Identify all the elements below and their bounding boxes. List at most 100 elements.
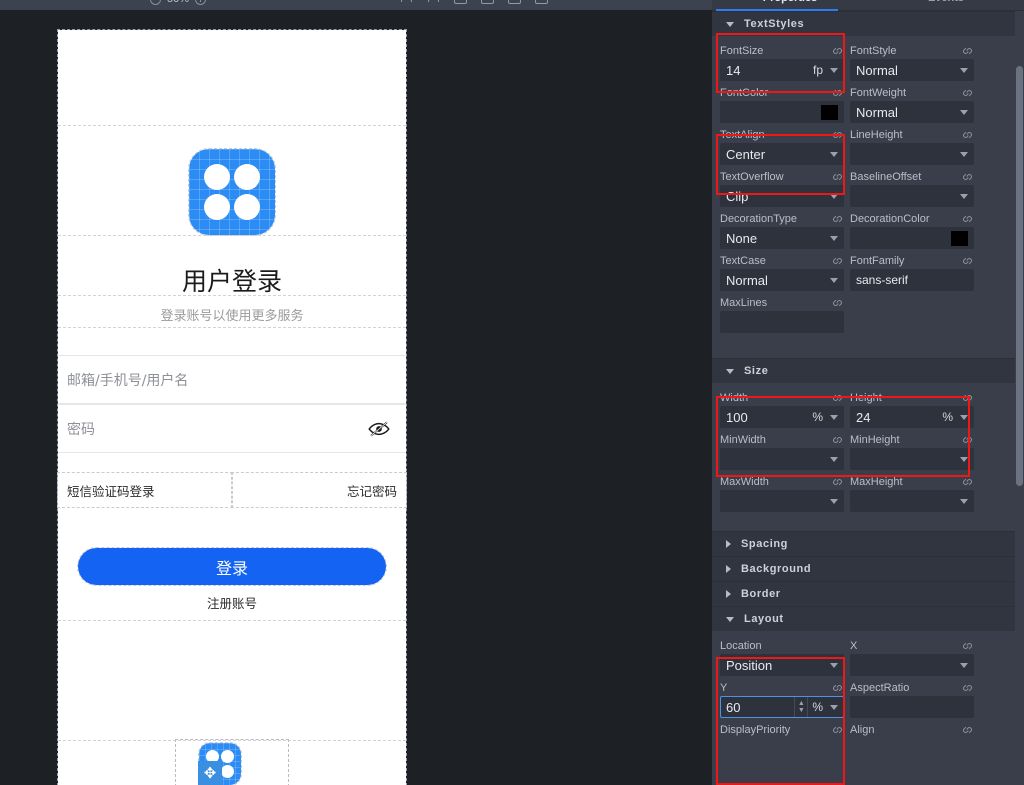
link-icon[interactable]: [961, 683, 974, 693]
y-input[interactable]: 60 ▲ ▼ %: [720, 696, 844, 718]
undo-icon[interactable]: [400, 0, 413, 4]
forgot-password-link[interactable]: 忘记密码: [231, 472, 407, 508]
textalign-select[interactable]: Center: [720, 143, 844, 165]
link-icon[interactable]: [961, 477, 974, 487]
chevron-down-icon[interactable]: [830, 704, 838, 710]
chevron-down-icon[interactable]: [830, 277, 838, 283]
tab-events[interactable]: Events: [868, 0, 1024, 10]
maxheight-select[interactable]: [850, 490, 974, 512]
link-icon[interactable]: [961, 725, 974, 735]
link-icon[interactable]: [961, 641, 974, 651]
move-handle-icon[interactable]: ✥: [198, 761, 222, 785]
panel-scroll-body[interactable]: TextStyles FontSize 14 fp FontStyle Norm…: [712, 11, 1024, 785]
x-select[interactable]: [850, 654, 974, 676]
link-icon[interactable]: [961, 435, 974, 445]
chevron-down-icon[interactable]: [830, 67, 838, 73]
fontstyle-select[interactable]: Normal: [850, 59, 974, 81]
chevron-down-icon[interactable]: [960, 109, 968, 115]
chevron-down-icon[interactable]: [960, 456, 968, 462]
copy-icon[interactable]: [454, 0, 467, 4]
redo-icon[interactable]: [427, 0, 440, 4]
selected-component[interactable]: 测试: [175, 739, 289, 785]
fontweight-select[interactable]: Normal: [850, 101, 974, 123]
link-icon[interactable]: [961, 130, 974, 140]
chevron-down-icon[interactable]: [960, 67, 968, 73]
chevron-down-icon[interactable]: [830, 456, 838, 462]
link-icon[interactable]: [961, 88, 974, 98]
design-canvas[interactable]: 用户登录 登录账号以使用更多服务 邮箱/手机号/用户名 密码 短信验证码登录 忘…: [0, 10, 712, 785]
decorationcolor-input[interactable]: [850, 227, 974, 249]
link-icon[interactable]: [831, 683, 844, 693]
maxlines-input[interactable]: [720, 311, 844, 333]
link-icon[interactable]: [831, 725, 844, 735]
minwidth-select[interactable]: [720, 448, 844, 470]
page-subtitle[interactable]: 登录账号以使用更多服务: [58, 305, 406, 324]
panel-scrollbar-track[interactable]: [1015, 11, 1024, 785]
chevron-down-icon[interactable]: [830, 193, 838, 199]
chevron-down-icon[interactable]: [830, 414, 838, 420]
section-background[interactable]: Background: [712, 556, 1024, 581]
location-select[interactable]: Position: [720, 654, 844, 676]
zoom-control[interactable]: 50%: [150, 0, 207, 5]
height-input[interactable]: 24 %: [850, 406, 974, 428]
eye-off-icon[interactable]: [368, 421, 390, 437]
section-border[interactable]: Border: [712, 581, 1024, 606]
chevron-down-icon[interactable]: [830, 235, 838, 241]
page-title[interactable]: 用户登录: [58, 262, 406, 298]
section-textstyles[interactable]: TextStyles: [712, 11, 1024, 36]
section-spacing[interactable]: Spacing: [712, 531, 1024, 556]
phone-preview-frame[interactable]: 用户登录 登录账号以使用更多服务 邮箱/手机号/用户名 密码 短信验证码登录 忘…: [57, 29, 407, 785]
link-icon[interactable]: [961, 46, 974, 56]
link-icon[interactable]: [831, 435, 844, 445]
section-layout[interactable]: Layout: [712, 606, 1024, 631]
decorationtype-select[interactable]: None: [720, 227, 844, 249]
textoverflow-select[interactable]: Clip: [720, 185, 844, 207]
link-icon[interactable]: [831, 477, 844, 487]
chevron-down-icon[interactable]: [830, 498, 838, 504]
fontcolor-swatch[interactable]: [821, 104, 838, 120]
width-input[interactable]: 100 %: [720, 406, 844, 428]
device-icon[interactable]: [535, 0, 548, 4]
chevron-down-icon[interactable]: [960, 193, 968, 199]
fontsize-input[interactable]: 14 fp: [720, 59, 844, 81]
section-size[interactable]: Size: [712, 358, 1024, 383]
link-icon[interactable]: [831, 130, 844, 140]
zoom-out-icon[interactable]: [150, 0, 161, 5]
link-icon[interactable]: [831, 88, 844, 98]
password-input[interactable]: 密码: [58, 404, 406, 453]
link-icon[interactable]: [831, 298, 844, 308]
link-icon[interactable]: [831, 172, 844, 182]
preview-icon[interactable]: [508, 0, 521, 4]
link-icon[interactable]: [831, 256, 844, 266]
sms-login-link[interactable]: 短信验证码登录: [57, 472, 233, 508]
zoom-in-icon[interactable]: [195, 0, 207, 5]
textcase-select[interactable]: Normal: [720, 269, 844, 291]
app-logo[interactable]: [188, 148, 276, 236]
lineheight-select[interactable]: [850, 143, 974, 165]
link-icon[interactable]: [961, 214, 974, 224]
panel-scrollbar-thumb[interactable]: [1016, 66, 1023, 486]
link-icon[interactable]: [831, 46, 844, 56]
link-icon[interactable]: [961, 256, 974, 266]
chevron-down-icon[interactable]: [830, 662, 838, 668]
decorationcolor-swatch[interactable]: [951, 230, 968, 246]
chevron-down-icon[interactable]: [960, 414, 968, 420]
chevron-down-icon[interactable]: [960, 662, 968, 668]
link-icon[interactable]: [831, 393, 844, 403]
link-icon[interactable]: [961, 393, 974, 403]
y-stepper[interactable]: ▲ ▼: [794, 697, 809, 717]
aspectratio-input[interactable]: [850, 696, 974, 718]
fontcolor-input[interactable]: [720, 101, 844, 123]
register-link[interactable]: 注册账号: [58, 593, 406, 612]
minheight-select[interactable]: [850, 448, 974, 470]
baselineoffset-select[interactable]: [850, 185, 974, 207]
account-input[interactable]: 邮箱/手机号/用户名: [58, 355, 406, 404]
chevron-down-icon[interactable]: [960, 151, 968, 157]
link-icon[interactable]: [961, 172, 974, 182]
chevron-down-icon[interactable]: [960, 498, 968, 504]
link-icon[interactable]: [831, 214, 844, 224]
chevron-down-icon[interactable]: [830, 151, 838, 157]
maxwidth-select[interactable]: [720, 490, 844, 512]
login-button[interactable]: 登录: [77, 547, 387, 586]
fontfamily-input[interactable]: sans-serif: [850, 269, 974, 291]
